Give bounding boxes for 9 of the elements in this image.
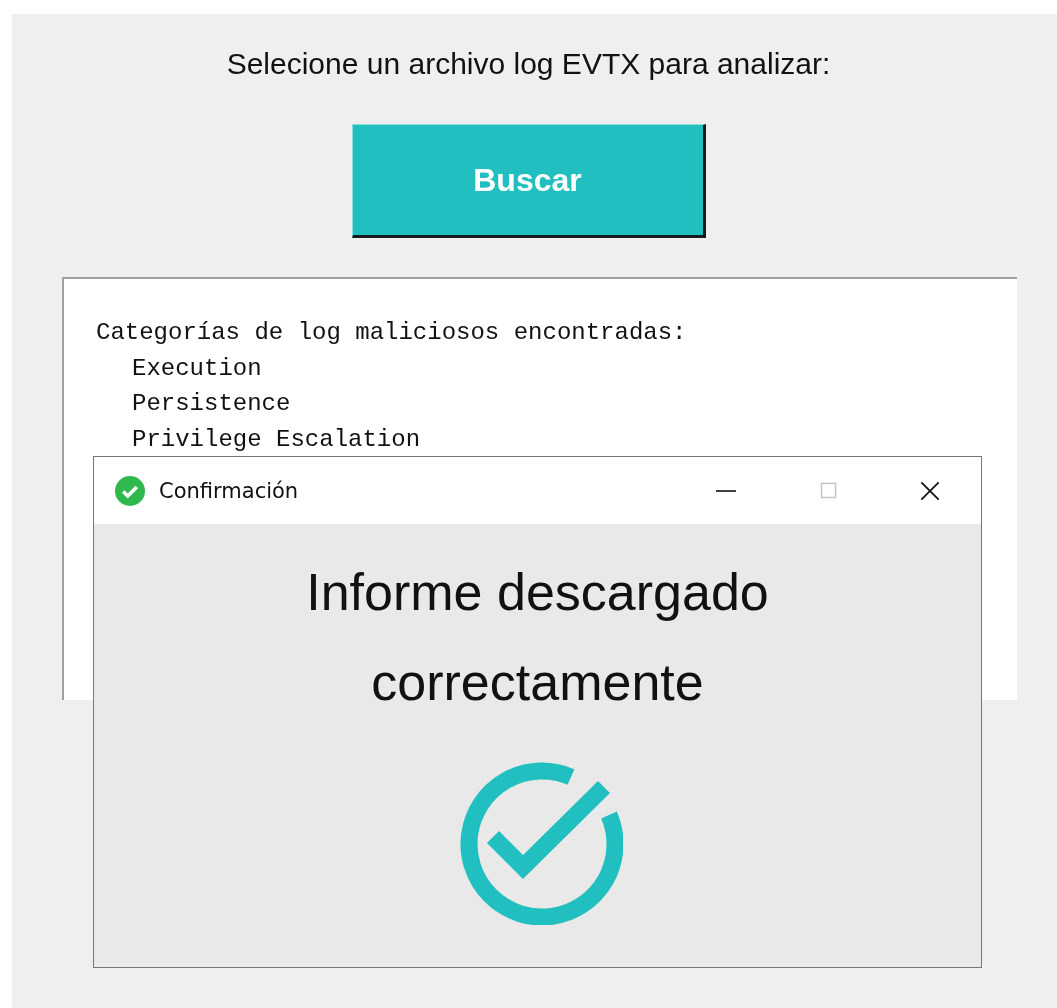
category-item: Privilege Escalation bbox=[131, 424, 422, 455]
dialog-message: Informe descargado correctamente bbox=[305, 562, 770, 713]
dialog-title: Confirmación bbox=[159, 478, 299, 503]
prompt-text: Selecione un archivo log EVTX para analizar: bbox=[225, 46, 832, 82]
output-heading: Categorías de log maliciosos encontradas: bbox=[96, 318, 688, 348]
check-circle-icon bbox=[115, 475, 145, 506]
search-button[interactable]: Buscar bbox=[351, 124, 706, 238]
category-item: Execution bbox=[131, 353, 263, 384]
category-item: Persistence bbox=[131, 389, 292, 419]
